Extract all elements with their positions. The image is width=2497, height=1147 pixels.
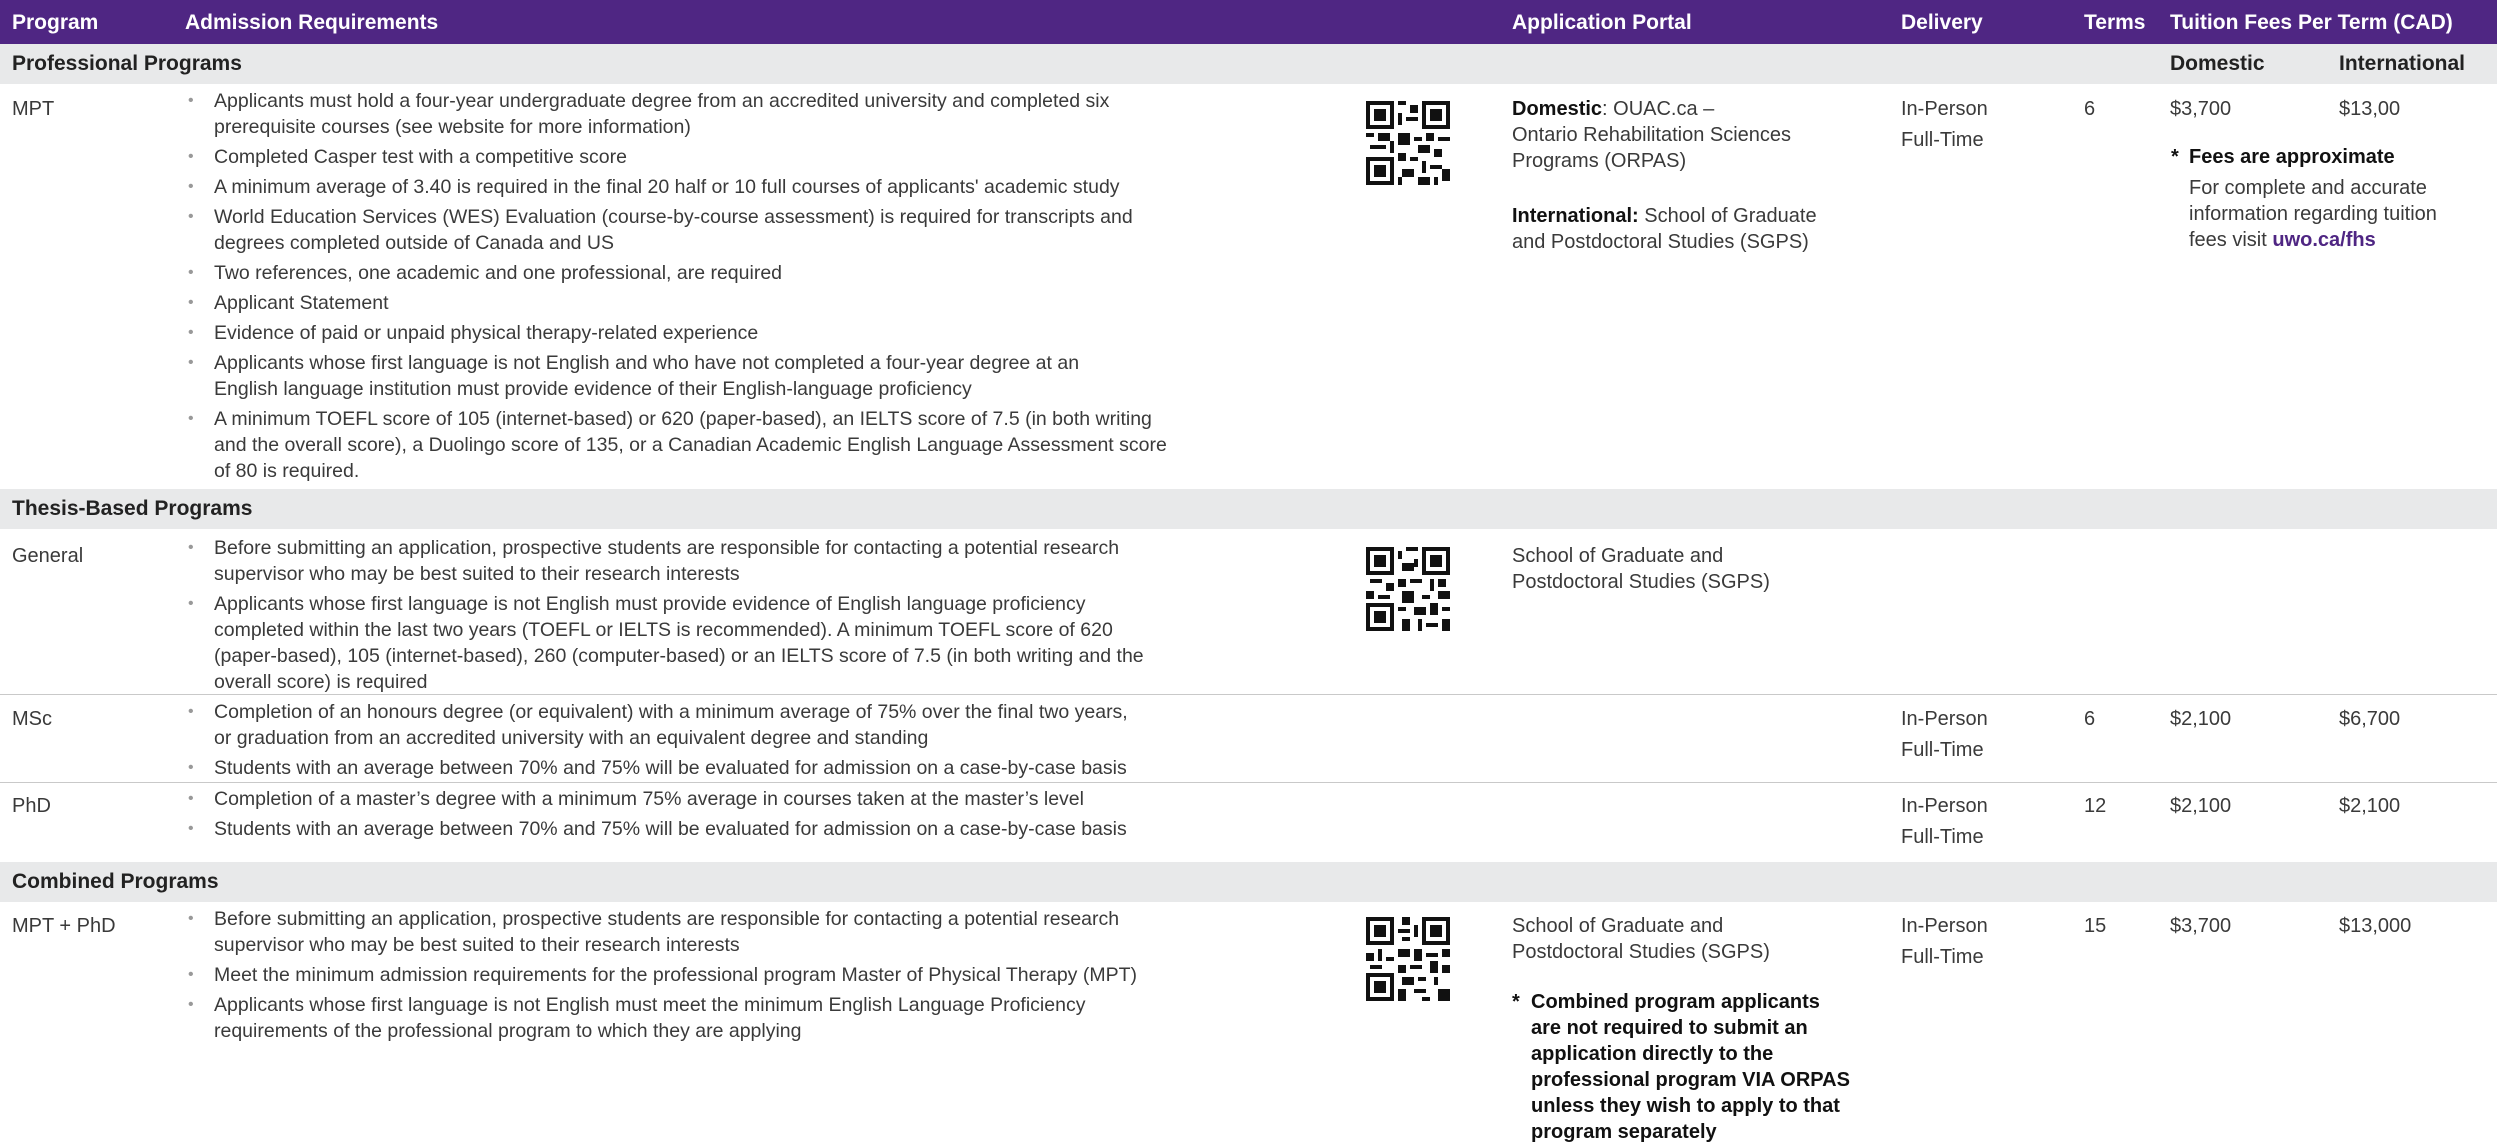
program-name: MSc [12, 708, 52, 730]
row-divider [0, 694, 2497, 695]
terms-value: 15 [2084, 915, 2107, 937]
fee-international: $6,700 [2339, 708, 2401, 730]
portal-domestic-line3: Programs (ORPAS) [1512, 150, 1687, 172]
fee-note-prefix: fees visit [2189, 229, 2273, 251]
fee-domestic: $2,100 [2170, 708, 2232, 730]
fees-link[interactable]: uwo.ca/fhs [2272, 229, 2375, 251]
portal-text: School of Graduate and [1512, 915, 1724, 937]
fee-note-title: Fees are approximate [2189, 146, 2395, 168]
header-terms: Terms [2084, 11, 2146, 34]
list-item: Completed Casper test with a competitive… [185, 144, 1145, 170]
fee-domestic: $2,100 [2170, 795, 2232, 817]
list-item: A minimum TOEFL score of 105 (internet-b… [185, 406, 1174, 484]
portal-domestic: Domestic: OUAC.ca – [1512, 96, 1714, 122]
fee-note-line: For complete and accurate [2189, 177, 2427, 199]
delivery-mode: In-Person [1901, 708, 1988, 730]
portal-domestic-text: : OUAC.ca – [1602, 98, 1715, 120]
requirements-list: Before submitting an application, prospe… [185, 906, 1145, 1048]
combined-note-line: program separately [1531, 1121, 1717, 1143]
portal-international: International: School of Graduate [1512, 203, 1817, 229]
qr-code-icon [1366, 101, 1450, 185]
portal-international-label: International: [1512, 205, 1639, 227]
fee-international: $2,100 [2339, 795, 2401, 817]
program-name: PhD [12, 795, 51, 817]
delivery-mode: In-Person [1901, 98, 1988, 120]
fee-domestic-label: Domestic [2170, 52, 2265, 75]
section-title: Thesis-Based Programs [12, 497, 253, 520]
program-name: MPT + PhD [12, 915, 116, 937]
list-item: Students with an average between 70% and… [185, 755, 1145, 781]
qr-code-icon [1366, 547, 1450, 631]
section-combined [0, 862, 2497, 902]
header-portal: Application Portal [1512, 11, 1692, 34]
qr-code-icon [1366, 917, 1450, 1001]
list-item: Students with an average between 70% and… [185, 816, 1145, 842]
fee-note-line: fees visit uwo.ca/fhs [2189, 227, 2376, 253]
fee-international-label: International [2339, 52, 2466, 75]
program-name: MPT [12, 98, 55, 120]
requirements-list: Before submitting an application, prospe… [185, 535, 1145, 699]
list-item: World Education Services (WES) Evaluatio… [185, 204, 1134, 256]
delivery-time: Full-Time [1901, 129, 1984, 151]
terms-value: 6 [2084, 98, 2096, 120]
header-delivery: Delivery [1901, 11, 1983, 34]
section-thesis [0, 489, 2497, 529]
combined-note-line: are not required to submit an [1531, 1017, 1808, 1039]
note-marker: * [1512, 991, 1520, 1013]
combined-note-line: unless they wish to apply to that [1531, 1095, 1840, 1117]
delivery-time: Full-Time [1901, 739, 1984, 761]
header-admission: Admission Requirements [185, 11, 439, 34]
list-item: A minimum average of 3.40 is required in… [185, 174, 1145, 200]
portal-domestic-line2: Ontario Rehabilitation Sciences [1512, 124, 1792, 146]
terms-value: 12 [2084, 795, 2107, 817]
delivery-time: Full-Time [1901, 946, 1984, 968]
list-item: Applicant Statement [185, 290, 1145, 316]
section-title: Professional Programs [12, 52, 242, 75]
program-name: General [12, 545, 84, 567]
list-item: Evidence of paid or unpaid physical ther… [185, 320, 1145, 346]
list-item: Two references, one academic and one pro… [185, 260, 1145, 286]
portal-text: School of Graduate and [1512, 545, 1724, 567]
row-divider [0, 782, 2497, 783]
requirements-list: Completion of an honours degree (or equi… [185, 699, 1145, 785]
terms-value: 6 [2084, 708, 2096, 730]
portal-international-text: School of Graduate [1638, 205, 1817, 227]
fee-international: $13,000 [2339, 915, 2412, 937]
list-item: Applicants whose first language is not E… [185, 992, 1174, 1044]
fee-domestic: $3,700 [2170, 915, 2232, 937]
requirements-list: Applicants must hold a four-year undergr… [185, 88, 1167, 488]
fee-international: $13,00 [2339, 98, 2401, 120]
fee-note-line: information regarding tuition [2189, 203, 2437, 225]
list-item: Meet the minimum admission requirements … [185, 962, 1145, 988]
note-marker: * [2171, 146, 2179, 168]
admissions-table: Program Admission Requirements Applicati… [0, 0, 2497, 1147]
delivery-mode: In-Person [1901, 915, 1988, 937]
fee-domestic: $3,700 [2170, 98, 2232, 120]
portal-domestic-label: Domestic [1512, 98, 1603, 120]
portal-international-line2: and Postdoctoral Studies (SGPS) [1512, 231, 1809, 253]
section-title: Combined Programs [12, 870, 219, 893]
header-fees: Tuition Fees Per Term (CAD) [2170, 11, 2453, 34]
portal-text: Postdoctoral Studies (SGPS) [1512, 571, 1770, 593]
list-item: Before submitting an application, prospe… [185, 906, 1134, 958]
combined-note-line: professional program VIA ORPAS [1531, 1069, 1850, 1091]
combined-note-line: application directly to the [1531, 1043, 1774, 1065]
list-item: Applicants must hold a four-year undergr… [185, 88, 1134, 140]
requirements-list: Completion of a master’s degree with a m… [185, 786, 1145, 846]
portal-text: Postdoctoral Studies (SGPS) [1512, 941, 1770, 963]
delivery-mode: In-Person [1901, 795, 1988, 817]
list-item: Before submitting an application, prospe… [185, 535, 1134, 587]
delivery-time: Full-Time [1901, 826, 1984, 848]
header-program: Program [12, 11, 99, 34]
list-item: Applicants whose first language is not E… [185, 591, 1174, 695]
section-professional [0, 44, 2497, 84]
list-item: Completion of an honours degree (or equi… [185, 699, 1134, 751]
combined-note-line: Combined program applicants [1531, 991, 1820, 1013]
list-item: Completion of a master’s degree with a m… [185, 786, 1145, 812]
list-item: Applicants whose first language is not E… [185, 350, 1134, 402]
